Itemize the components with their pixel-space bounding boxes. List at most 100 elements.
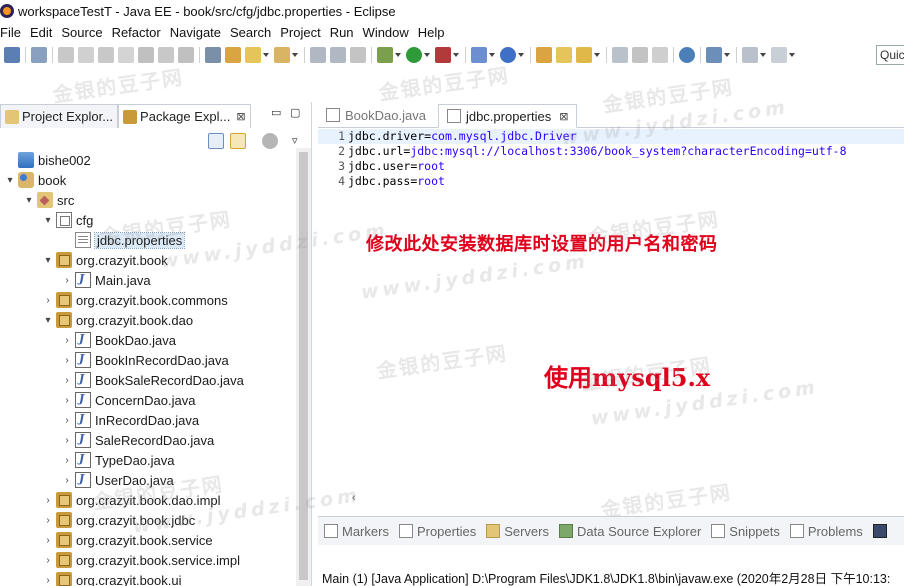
forward-icon[interactable] [771,47,787,63]
skip-breakpoints-icon[interactable] [31,47,47,63]
chevron-down-icon[interactable]: ▾ [42,255,54,266]
chevron-right-icon[interactable]: › [61,435,73,446]
new-class-icon[interactable] [500,47,516,63]
globe-icon[interactable] [679,47,695,63]
chevron-down-icon[interactable] [789,53,795,57]
tree-item[interactable]: › UserDao.java [61,470,174,490]
chevron-down-icon[interactable] [453,53,459,57]
tab-jdbc-properties[interactable]: jdbc.properties ⊠ [437,104,578,128]
resume-icon[interactable] [58,47,74,63]
menu-help[interactable]: Help [418,25,454,40]
menu-refactor[interactable]: Refactor [112,25,170,40]
tree-item[interactable]: › org.crazyit.book.commons [42,290,228,310]
step-return-icon[interactable] [178,47,194,63]
chevron-down-icon[interactable] [594,53,600,57]
tab-data-source-explorer[interactable]: Data Source Explorer [559,524,701,539]
tab-problems[interactable]: Problems [789,524,863,539]
code-line[interactable]: 3 jdbc.user = root [318,159,904,174]
chevron-right-icon[interactable]: › [61,275,73,286]
new-icon[interactable] [4,47,20,63]
tree-item[interactable]: bishe002 [4,150,91,170]
format-icon[interactable] [205,47,221,63]
minimize-icon[interactable]: ▭ [271,106,281,119]
step-into-icon[interactable] [138,47,154,63]
chevron-down-icon[interactable] [292,53,298,57]
code-line[interactable]: 2 jdbc.url = jdbc:mysql://localhost:3306/b… [318,144,904,159]
menu-window[interactable]: Window [363,25,418,40]
chevron-right-icon[interactable]: › [61,475,73,486]
step-over-icon[interactable] [158,47,174,63]
chevron-right-icon[interactable]: › [42,495,54,506]
editor-horizontal-scrollbar[interactable]: ‹ [318,492,904,506]
maximize-icon[interactable]: ▢ [290,106,300,119]
collapse-all-icon[interactable] [208,133,224,149]
new-project-icon[interactable] [274,47,290,63]
tab-package-explorer[interactable]: Package Expl... ⊠ [118,104,251,128]
tab-markers[interactable]: Markers [324,524,389,539]
suspend-icon[interactable] [78,47,94,63]
next-annotation-icon[interactable] [706,47,722,63]
menu-edit[interactable]: Edit [30,25,61,40]
chevron-right-icon[interactable]: › [61,455,73,466]
chevron-down-icon[interactable]: ▾ [42,315,54,326]
chevron-down-icon[interactable] [263,53,269,57]
tree-item[interactable]: › ConcernDao.java [61,390,195,410]
code-line[interactable]: 1 jdbc.driver = com.mysql.jdbc.Driver [318,129,904,144]
tree-item[interactable]: › TypeDao.java [61,450,175,470]
new-java-project-icon[interactable] [471,47,487,63]
tree-item[interactable]: ▾ src [23,190,74,210]
tab-servers[interactable]: Servers [486,524,549,539]
link-with-editor-icon[interactable] [230,133,246,149]
chevron-down-icon[interactable] [724,53,730,57]
chevron-down-icon[interactable] [518,53,524,57]
save-all-icon[interactable] [330,47,346,63]
chevron-right-icon[interactable]: › [42,575,54,586]
scroll-left-icon[interactable]: ‹ [352,492,356,504]
chevron-right-icon[interactable]: › [42,515,54,526]
chevron-down-icon[interactable]: ▾ [42,215,54,226]
chevron-right-icon[interactable]: › [61,395,73,406]
tab-project-explorer[interactable]: Project Explor... [0,104,119,128]
chevron-down-icon[interactable]: ▾ [23,195,35,206]
chevron-right-icon[interactable]: › [61,375,73,386]
chevron-right-icon[interactable]: › [61,335,73,346]
tree-item[interactable]: › org.crazyit.book.service.impl [42,550,240,570]
chevron-down-icon[interactable] [424,53,430,57]
tree-item[interactable]: › InRecordDao.java [61,410,199,430]
mark-occurrences-icon[interactable] [225,47,241,63]
chevron-right-icon[interactable]: › [61,415,73,426]
menu-file[interactable]: File [0,25,30,40]
menu-source[interactable]: Source [61,25,111,40]
tree-item[interactable]: ▾ org.crazyit.book [42,250,168,270]
search-icon[interactable] [576,47,592,63]
tree-scrollbar[interactable] [296,148,311,586]
menu-project[interactable]: Project [280,25,329,40]
new-server-icon[interactable] [245,47,261,63]
focus-icon[interactable] [262,133,278,149]
chevron-right-icon[interactable]: › [61,355,73,366]
menu-search[interactable]: Search [230,25,280,40]
disconnect-icon[interactable] [118,47,134,63]
show-whitespace-icon[interactable] [632,47,648,63]
tab-console[interactable] [872,524,891,538]
block-selection-icon[interactable] [652,47,668,63]
save-icon[interactable] [310,47,326,63]
tree-item[interactable]: › BookSaleRecordDao.java [61,370,244,390]
tree-item[interactable]: › SaleRecordDao.java [61,430,214,450]
menu-run[interactable]: Run [330,25,363,40]
view-menu-icon[interactable]: ▿ [292,134,298,147]
chevron-down-icon[interactable] [760,53,766,57]
tab-bookdao-java[interactable]: BookDao.java [318,103,434,127]
print-icon[interactable] [350,47,366,63]
code-text-area[interactable]: 1 jdbc.driver = com.mysql.jdbc.Driver 2 jd… [318,129,904,189]
chevron-right-icon[interactable]: › [42,535,54,546]
tree-item[interactable]: › org.crazyit.book.ui [42,570,182,586]
close-icon[interactable]: ⊠ [559,110,568,123]
tab-properties[interactable]: Properties [398,524,476,539]
tree-item[interactable]: › Main.java [61,270,151,290]
chevron-down-icon[interactable] [395,53,401,57]
chevron-down-icon[interactable]: ▾ [4,175,16,186]
open-folder-icon[interactable] [556,47,572,63]
code-line[interactable]: 4 jdbc.pass = root [318,174,904,189]
menu-navigate[interactable]: Navigate [170,25,230,40]
